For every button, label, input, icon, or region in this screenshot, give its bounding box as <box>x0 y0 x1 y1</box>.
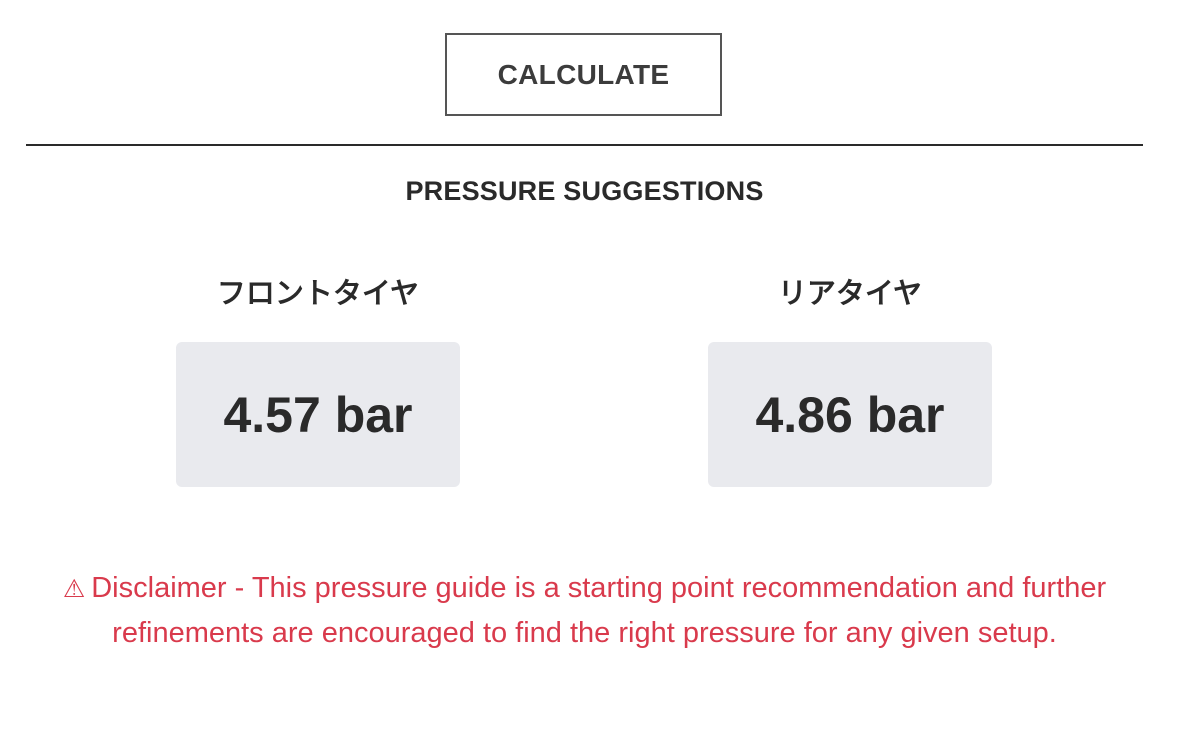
rear-tire-pressure-value: 4.86 bar <box>708 342 992 487</box>
warning-triangle-icon: ⚠ <box>62 574 86 603</box>
front-tire-label: フロントタイヤ <box>216 276 420 310</box>
calculate-button[interactable]: CALCULATE <box>445 33 722 116</box>
section-divider <box>26 144 1143 146</box>
disclaimer-notice: ⚠ Disclaimer - This pressure guide is a s… <box>60 566 1109 656</box>
disclaimer-text: Disclaimer - This pressure guide is a st… <box>91 572 1107 649</box>
rear-tire-label: リアタイヤ <box>777 276 923 310</box>
pressure-suggestions-title: PRESSURE SUGGESTIONS <box>405 176 764 206</box>
rear-tire-result: リアタイヤ 4.86 bar <box>708 270 992 487</box>
front-tire-result: フロントタイヤ 4.57 bar <box>176 270 460 487</box>
front-tire-pressure-value: 4.57 bar <box>176 342 460 487</box>
